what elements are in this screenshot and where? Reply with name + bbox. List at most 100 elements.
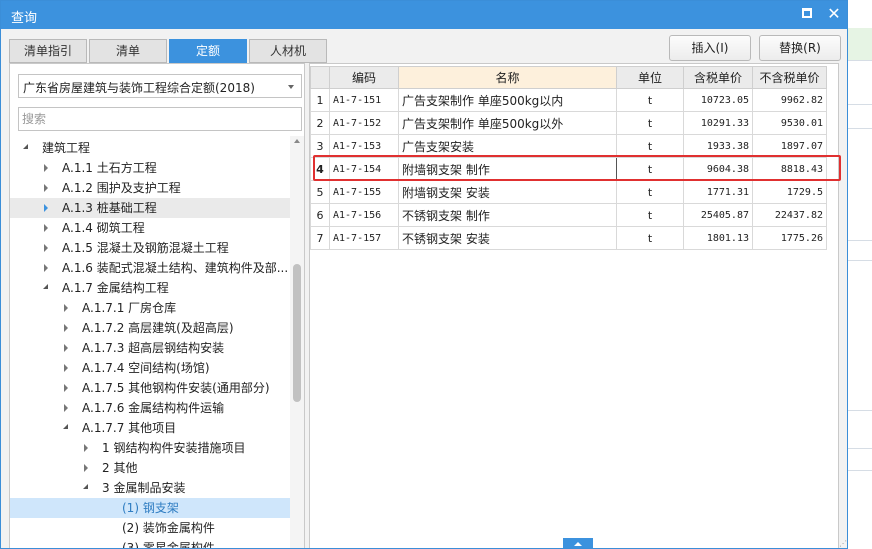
- resize-grip-icon[interactable]: ⋰: [839, 539, 847, 548]
- collapsed-arrow-icon[interactable]: [62, 398, 72, 418]
- column-header-index[interactable]: [310, 66, 330, 89]
- collapsed-arrow-icon[interactable]: [42, 198, 52, 218]
- name-cell[interactable]: 广告支架制作 单座500kg以内: [398, 88, 617, 112]
- tree-item[interactable]: A.1.7.5 其他钢构件安装(通用部分): [10, 378, 290, 398]
- tree-item[interactable]: A.1.1 土石方工程: [10, 158, 290, 178]
- tree-item[interactable]: (3) 零星金属构件: [10, 538, 290, 548]
- tree-scrollbar[interactable]: [290, 136, 304, 548]
- name-cell[interactable]: 附墙钢支架 安装: [398, 180, 617, 204]
- collapsed-arrow-icon[interactable]: [42, 178, 52, 198]
- table-row[interactable]: 7 A1-7-157 不锈钢支架 安装 t 1801.13 1775.26: [310, 226, 827, 250]
- tree-item[interactable]: A.1.7.3 超高层钢结构安装: [10, 338, 290, 358]
- code-cell[interactable]: A1-7-157: [329, 226, 399, 250]
- search-input[interactable]: [18, 107, 302, 131]
- scrollbar-thumb[interactable]: [293, 264, 301, 402]
- collapsed-arrow-icon[interactable]: [62, 338, 72, 358]
- table-row[interactable]: 3 A1-7-153 广告支架安装 t 1933.38 1897.07: [310, 134, 827, 158]
- code-cell[interactable]: A1-7-154: [329, 157, 399, 181]
- collapsed-arrow-icon[interactable]: [82, 438, 92, 458]
- name-cell[interactable]: 广告支架制作 单座500kg以外: [398, 111, 617, 135]
- tree-item[interactable]: 建筑工程: [10, 138, 290, 158]
- row-number[interactable]: 4: [310, 157, 330, 181]
- tree-item[interactable]: A.1.7.6 金属结构构件运输: [10, 398, 290, 418]
- collapsed-arrow-icon[interactable]: [42, 258, 52, 278]
- price-notax-cell[interactable]: 1775.26: [752, 226, 827, 250]
- price-tax-cell[interactable]: 10723.05: [683, 88, 753, 112]
- code-cell[interactable]: A1-7-153: [329, 134, 399, 158]
- tree-item[interactable]: A.1.5 混凝土及钢筋混凝土工程: [10, 238, 290, 258]
- tree-item[interactable]: A.1.4 砌筑工程: [10, 218, 290, 238]
- table-row[interactable]: 6 A1-7-156 不锈钢支架 制作 t 25405.87 22437.82: [310, 203, 827, 227]
- row-number[interactable]: 3: [310, 134, 330, 158]
- expanded-arrow-icon[interactable]: [62, 418, 72, 438]
- expanded-arrow-icon[interactable]: [42, 278, 52, 298]
- price-notax-cell[interactable]: 22437.82: [752, 203, 827, 227]
- collapsed-arrow-icon[interactable]: [42, 158, 52, 178]
- tree-item[interactable]: A.1.7.2 高层建筑(及超高层): [10, 318, 290, 338]
- unit-cell[interactable]: t: [616, 111, 684, 135]
- tree-item[interactable]: A.1.7.7 其他项目: [10, 418, 290, 438]
- expanded-arrow-icon[interactable]: [82, 478, 92, 498]
- title-bar[interactable]: 查询 ✕: [1, 1, 847, 29]
- column-header-price-tax[interactable]: 含税单价: [683, 66, 753, 89]
- name-cell[interactable]: 附墙钢支架 制作: [398, 157, 617, 181]
- expand-panel-button[interactable]: [563, 538, 593, 548]
- unit-cell[interactable]: t: [616, 203, 684, 227]
- tree-item[interactable]: A.1.2 围护及支护工程: [10, 178, 290, 198]
- unit-cell[interactable]: t: [616, 157, 684, 181]
- tab-labor-material-machine[interactable]: 人材机: [249, 39, 327, 63]
- price-tax-cell[interactable]: 1771.31: [683, 180, 753, 204]
- code-cell[interactable]: A1-7-155: [329, 180, 399, 204]
- quota-library-select[interactable]: 广东省房屋建筑与装饰工程综合定额(2018): [18, 74, 302, 98]
- tree-item[interactable]: 1 钢结构构件安装措施项目: [10, 438, 290, 458]
- chevron-down-icon[interactable]: [288, 85, 294, 89]
- price-tax-cell[interactable]: 1801.13: [683, 226, 753, 250]
- replace-button[interactable]: 替换(R): [759, 35, 841, 61]
- name-cell[interactable]: 不锈钢支架 制作: [398, 203, 617, 227]
- name-cell[interactable]: 不锈钢支架 安装: [398, 226, 617, 250]
- tree-item[interactable]: A.1.7 金属结构工程: [10, 278, 290, 298]
- column-header-unit[interactable]: 单位: [616, 66, 684, 89]
- unit-cell[interactable]: t: [616, 134, 684, 158]
- collapsed-arrow-icon[interactable]: [62, 298, 72, 318]
- close-icon[interactable]: ✕: [827, 4, 841, 24]
- table-row[interactable]: 1 A1-7-151 广告支架制作 单座500kg以内 t 10723.05 9962.8…: [310, 88, 827, 112]
- expanded-arrow-icon[interactable]: [22, 138, 32, 158]
- name-cell[interactable]: 广告支架安装: [398, 134, 617, 158]
- unit-cell[interactable]: t: [616, 226, 684, 250]
- unit-cell[interactable]: t: [616, 180, 684, 204]
- price-notax-cell[interactable]: 1897.07: [752, 134, 827, 158]
- collapsed-arrow-icon[interactable]: [42, 238, 52, 258]
- column-header-code[interactable]: 编码: [329, 66, 399, 89]
- scroll-up-icon[interactable]: [294, 139, 300, 143]
- tab-quota[interactable]: 定额: [169, 39, 247, 63]
- code-cell[interactable]: A1-7-151: [329, 88, 399, 112]
- price-tax-cell[interactable]: 10291.33: [683, 111, 753, 135]
- column-header-price-notax[interactable]: 不含税单价: [752, 66, 827, 89]
- table-row[interactable]: 4 A1-7-154 附墙钢支架 制作 t 9604.38 8818.43: [310, 157, 827, 181]
- collapsed-arrow-icon[interactable]: [82, 458, 92, 478]
- column-header-name[interactable]: 名称: [398, 66, 617, 89]
- price-tax-cell[interactable]: 25405.87: [683, 203, 753, 227]
- tree-item[interactable]: A.1.7.1 厂房仓库: [10, 298, 290, 318]
- price-notax-cell[interactable]: 9530.01: [752, 111, 827, 135]
- code-cell[interactable]: A1-7-156: [329, 203, 399, 227]
- table-row[interactable]: 5 A1-7-155 附墙钢支架 安装 t 1771.31 1729.5: [310, 180, 827, 204]
- row-number[interactable]: 1: [310, 88, 330, 112]
- price-tax-cell[interactable]: 9604.38: [683, 157, 753, 181]
- tab-bill[interactable]: 清单: [89, 39, 167, 63]
- maximize-icon[interactable]: [802, 8, 812, 18]
- table-row[interactable]: 2 A1-7-152 广告支架制作 单座500kg以外 t 10291.33 9530.0…: [310, 111, 827, 135]
- tree-item[interactable]: 3 金属制品安装: [10, 478, 290, 498]
- price-tax-cell[interactable]: 1933.38: [683, 134, 753, 158]
- insert-button[interactable]: 插入(I): [669, 35, 751, 61]
- row-number[interactable]: 2: [310, 111, 330, 135]
- collapsed-arrow-icon[interactable]: [62, 318, 72, 338]
- collapsed-arrow-icon[interactable]: [62, 358, 72, 378]
- tab-bill-guide[interactable]: 清单指引: [9, 39, 87, 63]
- collapsed-arrow-icon[interactable]: [42, 218, 52, 238]
- code-cell[interactable]: A1-7-152: [329, 111, 399, 135]
- tree-item[interactable]: A.1.6 装配式混凝土结构、建筑构件及部...: [10, 258, 290, 278]
- row-number[interactable]: 7: [310, 226, 330, 250]
- price-notax-cell[interactable]: 1729.5: [752, 180, 827, 204]
